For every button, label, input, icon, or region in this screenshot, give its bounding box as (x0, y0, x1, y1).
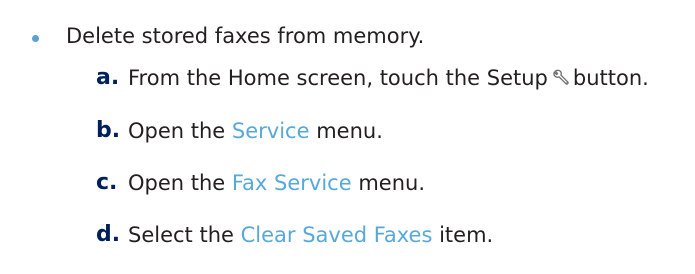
step-text: Open the Service menu. (128, 116, 383, 146)
menu-name-fax-service: Fax Service (231, 171, 352, 195)
bullet-dot (32, 35, 39, 42)
menu-name-service: Service (231, 119, 310, 143)
step-text-before: From the Home screen, touch the Setup (128, 66, 548, 90)
step-text: Select the Clear Saved Faxes item. (128, 220, 493, 250)
step-text: From the Home screen, touch the Setup but… (128, 63, 649, 93)
step-letter: a. (96, 65, 120, 90)
step-letter: b. (96, 118, 121, 143)
step-text-after: menu. (309, 119, 383, 143)
item-name-clear-saved-faxes: Clear Saved Faxes (240, 223, 433, 247)
step-text-after: menu. (351, 171, 426, 195)
step-text-before: Select the (128, 223, 241, 247)
step-letter: d. (96, 222, 121, 247)
step-text-before: Open the (128, 171, 232, 195)
step-text: Open the Fax Service menu. (128, 168, 425, 198)
step-letter: c. (96, 170, 118, 195)
step-text-after: button. (572, 66, 649, 90)
bullet-text: Delete stored faxes from memory. (66, 24, 425, 48)
step-text-after: item. (432, 223, 494, 247)
step-text-before: Open the (128, 119, 232, 143)
wrench-icon (552, 65, 570, 85)
